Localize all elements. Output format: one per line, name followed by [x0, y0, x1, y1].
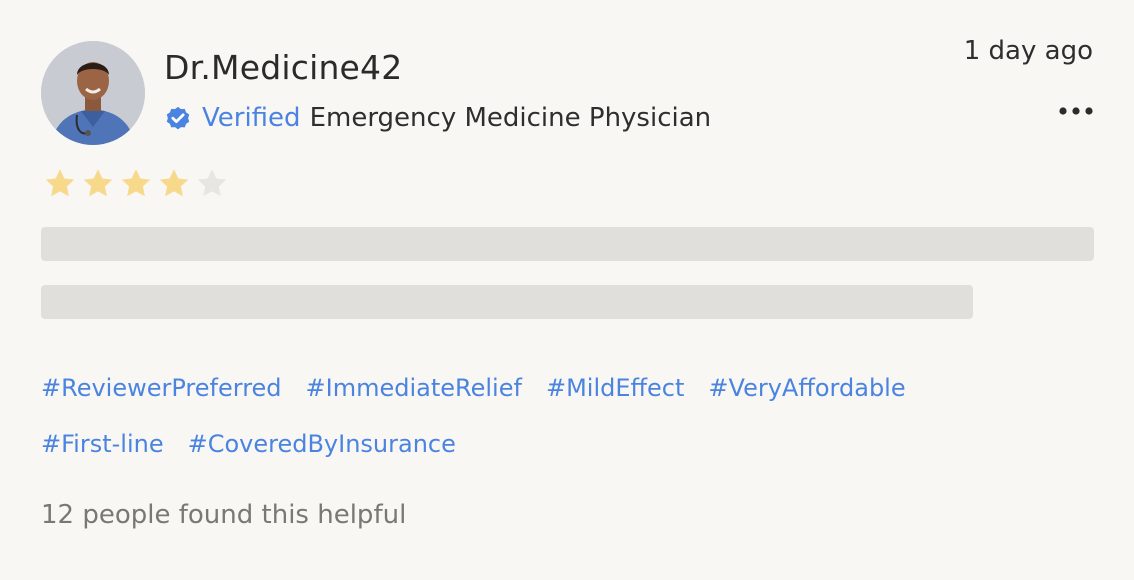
specialty-label: Emergency Medicine Physician — [309, 103, 712, 133]
star-rating — [42, 166, 230, 202]
avatar[interactable] — [41, 41, 145, 145]
star-icon — [159, 169, 189, 197]
tag-link[interactable]: #CoveredByInsurance — [188, 430, 456, 458]
star-icon — [121, 169, 151, 197]
tag-row: #First-line #CoveredByInsurance — [41, 416, 1041, 472]
review-text-placeholder — [41, 227, 1094, 261]
review-text-placeholder — [41, 285, 973, 319]
star-icon — [45, 169, 75, 197]
verified-badge-icon — [166, 106, 190, 130]
verified-label: Verified — [202, 103, 301, 133]
tag-link[interactable]: #ReviewerPreferred — [41, 374, 282, 402]
helpful-count: 12 people found this helpful — [41, 500, 407, 530]
tag-link[interactable]: #MildEffect — [546, 374, 684, 402]
review-card: Dr.Medicine42 Verified Emergency Medicin… — [0, 0, 1134, 580]
star-icon — [197, 169, 227, 197]
star-icon — [83, 169, 113, 197]
credential-row: Verified Emergency Medicine Physician — [164, 100, 711, 136]
tag-link[interactable]: #First-line — [41, 430, 164, 458]
more-options-icon — [1059, 107, 1093, 115]
tag-link[interactable]: #ImmediateRelief — [306, 374, 522, 402]
tag-row: #ReviewerPreferred #ImmediateRelief #MildE… — [41, 360, 1041, 416]
more-options-button[interactable] — [1054, 97, 1098, 125]
username[interactable]: Dr.Medicine42 — [164, 48, 402, 87]
review-timestamp: 1 day ago — [963, 36, 1093, 66]
user-avatar-image — [41, 41, 145, 145]
tag-link[interactable]: #VeryAffordable — [708, 374, 905, 402]
tag-list: #ReviewerPreferred #ImmediateRelief #MildE… — [41, 360, 1041, 472]
